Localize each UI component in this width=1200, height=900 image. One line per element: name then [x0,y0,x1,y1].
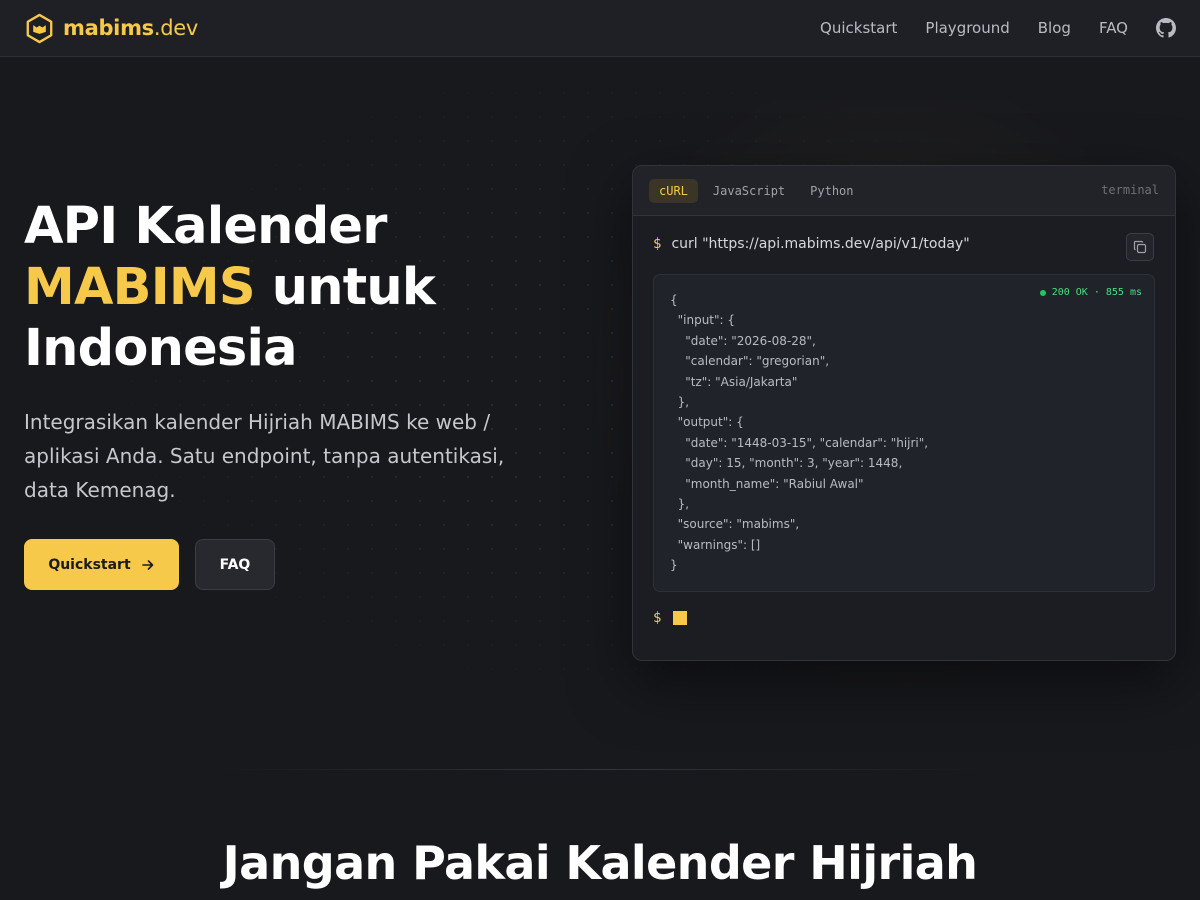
json-line: "day": 15, "month": 3, "year": 1448, [670,456,903,471]
nav-blog[interactable]: Blog [1038,19,1071,37]
tab-python[interactable]: Python [800,179,863,203]
prompt-symbol: $ [653,610,662,626]
status-dot-icon [1039,289,1046,296]
faq-button[interactable]: FAQ [195,539,275,590]
response-panel: 200 OK · 855 ms { "input": { "date": "20… [653,274,1155,592]
json-line: "input": { [670,313,736,328]
terminal-label: terminal [1101,183,1159,197]
prompt-symbol: $ [653,236,662,252]
json-line: "month_name": "Rabiul Awal" [670,476,864,491]
quickstart-button-label: Quickstart [48,556,131,573]
hero-actions: Quickstart FAQ [24,539,564,590]
status-badge: 200 OK · 855 ms [1039,287,1142,298]
logo-icon [26,13,53,43]
json-line: "calendar": "gregorian", [670,354,830,369]
hero: API Kalender MABIMS untuk Indonesia Inte… [24,196,564,590]
command-text: curl "https://api.mabims.dev/api/v1/toda… [671,236,970,252]
terminal-input-line[interactable]: $ [653,610,688,626]
json-line: "tz": "Asia/Jakarta" [670,374,798,389]
hero-title-line2: untuk [254,258,436,317]
brand-wordmark: mabims.dev [63,16,198,40]
json-line: }, [670,395,690,410]
json-line: "output": { [670,415,744,430]
terminal-tabbar: cURL JavaScript Python terminal [633,166,1175,216]
json-line: "source": "mabims", [670,517,800,532]
json-line: "date": "1448-03-15", "calendar": "hijri… [670,435,929,450]
tab-javascript[interactable]: JavaScript [703,179,795,203]
github-icon[interactable] [1156,18,1176,38]
main-nav: Quickstart Playground Blog FAQ [820,18,1176,38]
nav-playground[interactable]: Playground [925,19,1009,37]
nav-quickstart[interactable]: Quickstart [820,19,897,37]
json-line: } [670,558,678,573]
hero-title-line3: Indonesia [24,319,298,378]
brand-tld: .dev [153,16,199,40]
copy-button[interactable] [1126,233,1154,261]
hero-title-accent: MABIMS [24,258,256,317]
section-divider [220,769,980,770]
command-line: $ curl "https://api.mabims.dev/api/v1/to… [653,236,970,252]
terminal-window: cURL JavaScript Python terminal $ curl "… [632,165,1176,661]
hero-title: API Kalender MABIMS untuk Indonesia [24,196,564,379]
nav-faq[interactable]: FAQ [1099,19,1128,37]
section-title: Jangan Pakai Kalender Hijriah [222,836,978,890]
quickstart-button[interactable]: Quickstart [24,539,179,590]
json-line: "date": "2026-08-28", [670,333,816,348]
tab-curl[interactable]: cURL [649,178,698,203]
hero-subtitle: Integrasikan kalender Hijriah MABIMS ke … [24,410,505,502]
json-line: }, [670,497,690,512]
json-line: "warnings": [] [670,537,761,552]
hero-title-line1: API Kalender [24,197,387,256]
arrow-right-icon [141,559,153,570]
brand-name: mabims [63,16,154,40]
status-text: 200 OK · 855 ms [1051,287,1142,298]
copy-icon [1133,240,1147,254]
cursor-block [673,611,688,625]
brand-link[interactable]: mabims.dev [24,13,198,44]
site-header: mabims.dev Quickstart Playground Blog FA… [0,0,1200,57]
